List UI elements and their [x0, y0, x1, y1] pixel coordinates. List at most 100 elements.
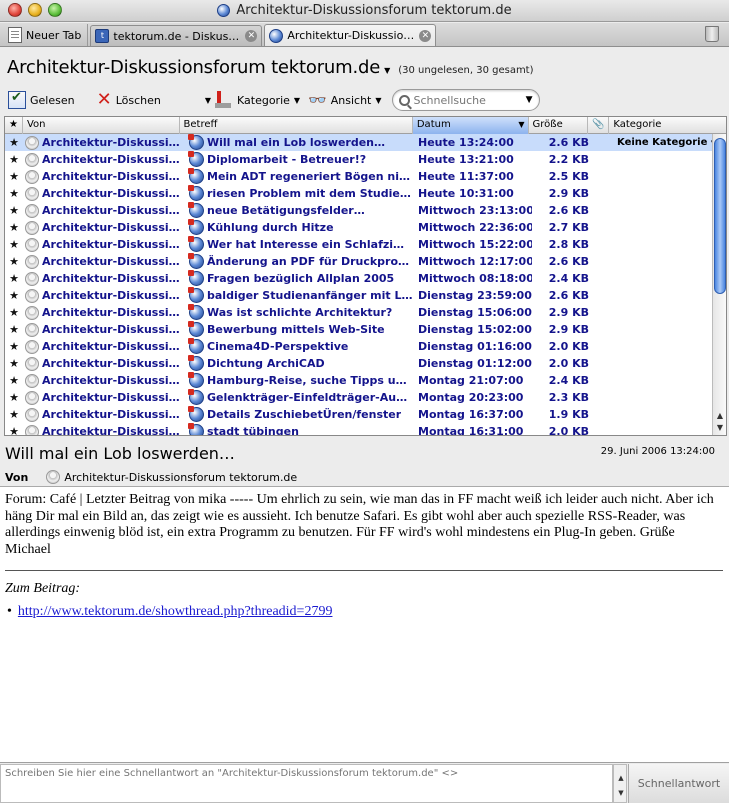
star-icon[interactable]: ★: [5, 202, 23, 219]
chevron-down-icon[interactable]: ▼: [384, 66, 390, 75]
quick-reply-button[interactable]: Schnellantwort: [628, 764, 729, 803]
close-window-icon[interactable]: [8, 3, 22, 17]
person-icon: [25, 390, 39, 405]
table-row[interactable]: ★ Architektur-Diskussio… Cinema4D-Perspekt…: [5, 338, 713, 355]
column-size[interactable]: Größe: [529, 117, 589, 134]
search-input[interactable]: [413, 93, 522, 107]
row-subject-text: neue Betätigungsfelder…: [207, 204, 365, 217]
unread-feed-icon: [188, 185, 204, 201]
row-attachment: [593, 236, 613, 253]
table-row[interactable]: ★ Architektur-Diskussio… Will mal ein Lob …: [5, 134, 713, 151]
close-tab-icon[interactable]: ✕: [419, 29, 432, 42]
column-from[interactable]: Von: [23, 117, 180, 134]
message-text: Forum: Café | Letzter Beitrag von mika -…: [5, 492, 714, 557]
star-icon[interactable]: ★: [5, 219, 23, 236]
table-row[interactable]: ★ Architektur-Diskussio… Mein ADT regeneri…: [5, 168, 713, 185]
tab-bar: Neuer Tab t tektorum.de - Diskuss… ✕ Arc…: [0, 23, 729, 47]
row-from-text: Architektur-Diskussio…: [42, 204, 180, 217]
category-button[interactable]: ▼ Kategorie ▼: [201, 89, 304, 111]
message-date: 29. Juni 2006 13:24:00: [600, 446, 715, 457]
row-subject: riesen Problem mit dem Studienbe…: [180, 185, 414, 202]
table-row[interactable]: ★ Architektur-Diskussio… Details Zuschiebe…: [5, 406, 713, 423]
table-row[interactable]: ★ Architektur-Diskussio… Kühlung durch Hit…: [5, 219, 713, 236]
star-icon[interactable]: ★: [5, 304, 23, 321]
zoom-window-icon[interactable]: [48, 3, 62, 17]
chevron-down-icon[interactable]: ▼: [526, 95, 533, 105]
row-subject: Bewerbung mittels Web-Site: [180, 321, 414, 338]
scroll-up-arrow-icon[interactable]: ▲: [713, 410, 726, 422]
unread-feed-icon: [188, 202, 204, 218]
feed-title[interactable]: Architektur-Diskussionsforum tektorum.de: [7, 57, 380, 78]
message-list-scrollbar[interactable]: ▲ ▼: [712, 134, 726, 435]
scroll-down-arrow-icon[interactable]: ▼: [713, 422, 726, 434]
row-from-text: Architektur-Diskussio…: [42, 340, 180, 353]
column-category[interactable]: Kategorie: [609, 117, 726, 134]
table-row[interactable]: ★ Architektur-Diskussio… Fragen bezüglich …: [5, 270, 713, 287]
minimize-window-icon[interactable]: [28, 3, 42, 17]
row-from-text: Architektur-Diskussio…: [42, 425, 180, 436]
message-from: Von Architektur-Diskussionsforum tektoru…: [5, 470, 297, 484]
table-row[interactable]: ★ Architektur-Diskussio… riesen Problem mi…: [5, 185, 713, 202]
column-attachment[interactable]: 📎: [588, 117, 610, 134]
star-icon[interactable]: ★: [5, 168, 23, 185]
from-value[interactable]: Architektur-Diskussionsforum tektorum.de: [64, 471, 297, 484]
row-category: [613, 168, 713, 185]
unread-feed-icon: [188, 304, 204, 320]
table-row[interactable]: ★ Architektur-Diskussio… stadt tübingen Mon…: [5, 423, 713, 436]
star-icon[interactable]: ★: [5, 372, 23, 389]
row-from-text: Architektur-Diskussio…: [42, 136, 180, 149]
table-row[interactable]: ★ Architektur-Diskussio… Diplomarbeit - Be…: [5, 151, 713, 168]
row-from: Architektur-Diskussio…: [23, 406, 180, 423]
view-button[interactable]: 👓 Ansicht ▼: [304, 89, 385, 111]
table-row[interactable]: ★ Architektur-Diskussio… Hamburg-Reise, su…: [5, 372, 713, 389]
scrollbar-thumb[interactable]: [714, 138, 726, 294]
star-icon[interactable]: ★: [5, 270, 23, 287]
table-row[interactable]: ★ Architektur-Diskussio… Gelenkträger-Einf…: [5, 389, 713, 406]
table-row[interactable]: ★ Architektur-Diskussio… baldiger Studiena…: [5, 287, 713, 304]
star-icon[interactable]: ★: [5, 406, 23, 423]
star-icon[interactable]: ★: [5, 236, 23, 253]
column-subject[interactable]: Betreff: [180, 117, 413, 134]
star-icon[interactable]: ★: [5, 151, 23, 168]
row-date: Montag 21:07:00: [418, 374, 524, 387]
title-bar[interactable]: Architektur-Diskussionsforum tektorum.de: [0, 0, 729, 22]
table-row[interactable]: ★ Architektur-Diskussio… Wer hat Interesse…: [5, 236, 713, 253]
new-tab-button[interactable]: Neuer Tab: [0, 24, 89, 46]
row-category[interactable]: Keine Kategorie ▼: [613, 134, 713, 151]
quick-search[interactable]: ▼: [391, 89, 540, 111]
quick-reply-input[interactable]: [0, 764, 613, 803]
star-icon[interactable]: ★: [5, 355, 23, 372]
star-icon[interactable]: ★: [5, 185, 23, 202]
tab-feed[interactable]: Architektur-Diskussio… ✕: [264, 24, 437, 46]
new-tab-label: Neuer Tab: [26, 28, 82, 42]
table-row[interactable]: ★ Architektur-Diskussio… Bewerbung mittels…: [5, 321, 713, 338]
column-date[interactable]: Datum ▼: [412, 117, 529, 134]
table-row[interactable]: ★ Architektur-Diskussio… neue Betätigungsf…: [5, 202, 713, 219]
row-subject: neue Betätigungsfelder…: [180, 202, 414, 219]
mark-read-button[interactable]: Gelesen: [4, 89, 79, 111]
table-row[interactable]: ★ Architektur-Diskussio… Was ist schlichte…: [5, 304, 713, 321]
tab-forum[interactable]: t tektorum.de - Diskuss… ✕: [90, 25, 263, 46]
thread-link[interactable]: http://www.tektorum.de/showthread.php?th…: [18, 604, 333, 621]
row-size: 2.9 KB: [548, 306, 589, 319]
person-icon: [25, 152, 39, 167]
scroll-down-arrow-icon[interactable]: ▼: [614, 789, 628, 797]
close-tab-icon[interactable]: ✕: [245, 30, 258, 42]
star-icon[interactable]: ★: [5, 253, 23, 270]
star-icon[interactable]: ★: [5, 321, 23, 338]
row-size: 2.4 KB: [548, 374, 589, 387]
scroll-up-arrow-icon[interactable]: ▲: [614, 774, 628, 782]
star-icon[interactable]: ★: [5, 389, 23, 406]
reply-scrollbar[interactable]: ▲ ▼: [613, 764, 627, 803]
row-size: 2.6 KB: [548, 255, 589, 268]
star-icon[interactable]: ★: [5, 423, 23, 435]
table-row[interactable]: ★ Architektur-Diskussio… Dichtung ArchiCAD…: [5, 355, 713, 372]
row-size: 2.6 KB: [548, 204, 589, 217]
column-flag[interactable]: ★: [5, 117, 23, 134]
star-icon[interactable]: ★: [5, 287, 23, 304]
table-row[interactable]: ★ Architektur-Diskussio… Änderung an PDF f…: [5, 253, 713, 270]
star-icon[interactable]: ★: [5, 338, 23, 355]
delete-button[interactable]: ✕ Löschen: [93, 89, 165, 111]
trash-icon[interactable]: [705, 26, 719, 42]
star-icon[interactable]: ★: [5, 134, 23, 151]
